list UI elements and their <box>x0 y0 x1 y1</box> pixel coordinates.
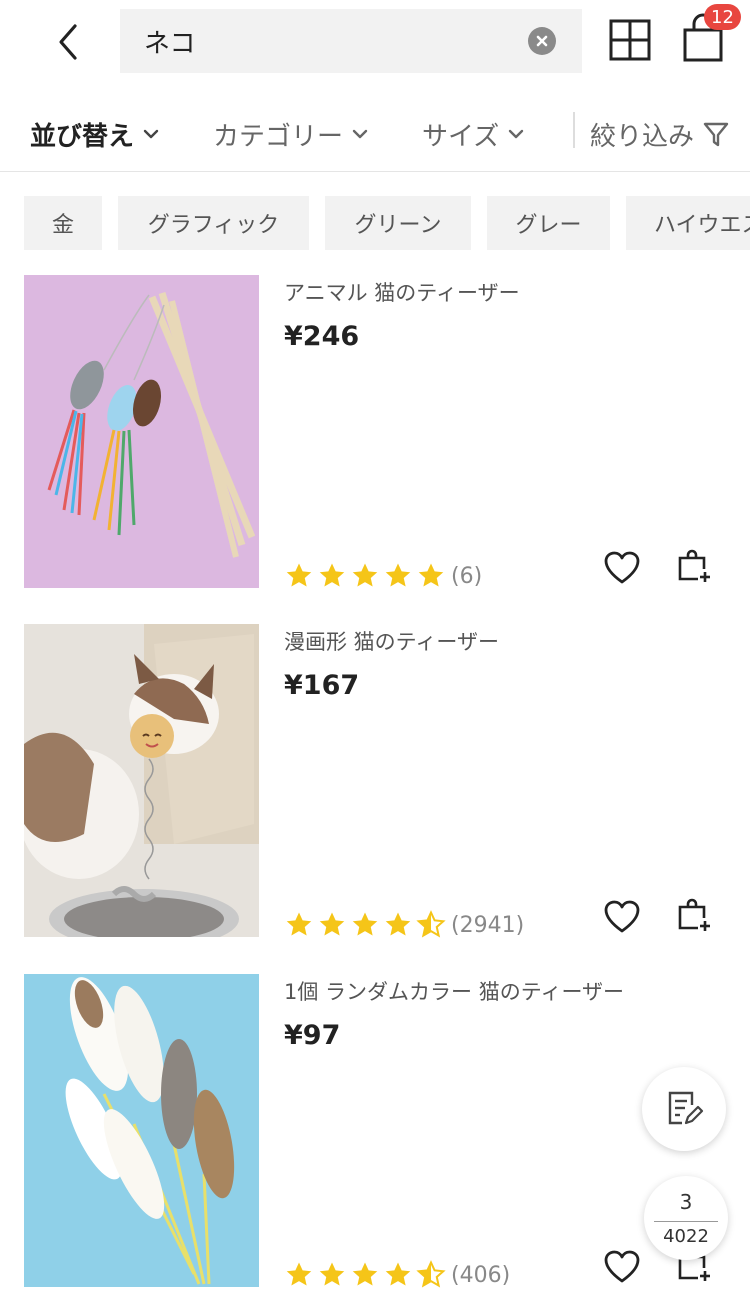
wishlist-button[interactable] <box>604 900 640 934</box>
product-card[interactable]: 漫画形 猫のティーザー ¥167 (2941) <box>0 624 750 938</box>
add-to-cart-button[interactable] <box>676 549 712 585</box>
chip-gold[interactable]: 金 <box>24 196 102 250</box>
rating-count: (6) <box>451 563 483 589</box>
star-icon <box>286 563 312 587</box>
star-icon <box>385 1262 411 1286</box>
chip-high-waist[interactable]: ハイウエスト <box>626 196 750 250</box>
star-icon <box>352 912 378 936</box>
product-image[interactable] <box>24 275 259 588</box>
filter-bar: 並び替え カテゴリー サイズ 絞り込み <box>0 96 750 172</box>
feedback-button[interactable] <box>642 1067 726 1151</box>
refine-button[interactable]: 絞り込み <box>590 114 730 154</box>
chip-green[interactable]: グリーン <box>325 196 471 250</box>
star-icon <box>418 563 444 587</box>
heart-icon <box>604 1250 640 1283</box>
total-items: 4022 <box>663 1225 709 1247</box>
add-to-cart-button[interactable] <box>676 898 712 934</box>
star-icon <box>319 563 345 587</box>
page-divider <box>654 1220 718 1222</box>
product-image[interactable] <box>24 974 259 1287</box>
current-page: 3 <box>679 1189 693 1214</box>
sort-label: 並び替え <box>30 121 135 152</box>
product-card[interactable]: アニマル 猫のティーザー ¥246 (6) <box>0 275 750 589</box>
page-indicator[interactable]: 3 4022 <box>644 1176 728 1260</box>
chip-graphic[interactable]: グラフィック <box>118 196 309 250</box>
chevron-down-icon <box>143 129 159 139</box>
size-label: サイズ <box>422 121 500 152</box>
product-price: ¥97 <box>284 1020 341 1051</box>
star-icon <box>385 912 411 936</box>
product-price: ¥246 <box>284 321 360 352</box>
chip-gray[interactable]: グレー <box>487 196 610 250</box>
filter-icon <box>703 122 729 147</box>
back-button[interactable] <box>40 12 96 72</box>
star-icon <box>286 912 312 936</box>
star-icon <box>286 1262 312 1286</box>
chevron-down-icon <box>352 129 368 139</box>
top-bar: ネコ 12 <box>0 0 750 86</box>
quick-filter-chips: 金 グラフィック グリーン グレー ハイウエスト <box>24 196 750 252</box>
chevron-left-icon <box>59 24 77 60</box>
filter-divider <box>573 112 575 148</box>
product-price: ¥167 <box>284 670 360 701</box>
edit-note-icon <box>668 1091 704 1125</box>
product-title[interactable]: アニマル 猫のティーザー <box>284 277 520 307</box>
add-to-cart-icon <box>678 549 710 582</box>
rating-count: (406) <box>451 1262 511 1288</box>
sort-dropdown[interactable]: 並び替え <box>30 114 160 154</box>
category-label: カテゴリー <box>213 121 344 152</box>
product-card[interactable]: 1個 ランダムカラー 猫のティーザー ¥97 (406) <box>0 974 750 1288</box>
close-icon <box>536 35 548 47</box>
grid-icon <box>609 19 651 61</box>
half-star-icon <box>416 1260 446 1288</box>
star-rating: (406) <box>284 1260 510 1290</box>
star-rating: (6) <box>284 561 482 591</box>
star-icon <box>385 563 411 587</box>
size-dropdown[interactable]: サイズ <box>422 114 525 154</box>
rating-count: (2941) <box>451 912 525 938</box>
search-input[interactable]: ネコ <box>120 9 582 73</box>
star-icon <box>319 1262 345 1286</box>
chevron-down-icon <box>509 129 524 139</box>
search-query-text: ネコ <box>144 28 196 59</box>
heart-icon <box>604 900 640 933</box>
star-icon <box>352 563 378 587</box>
clear-search-button[interactable] <box>528 27 556 55</box>
half-star-icon <box>416 910 446 938</box>
product-title[interactable]: 1個 ランダムカラー 猫のティーザー <box>284 976 624 1006</box>
wishlist-button[interactable] <box>604 551 640 585</box>
star-icon <box>319 912 345 936</box>
product-image[interactable] <box>24 624 259 937</box>
star-rating: (2941) <box>284 910 524 940</box>
star-icon <box>352 1262 378 1286</box>
category-dropdown[interactable]: カテゴリー <box>213 114 369 154</box>
product-title[interactable]: 漫画形 猫のティーザー <box>284 626 499 656</box>
heart-icon <box>604 551 640 584</box>
add-to-cart-icon <box>678 898 710 931</box>
wishlist-button[interactable] <box>604 1250 640 1284</box>
cart-count-badge: 12 <box>704 4 741 30</box>
grid-view-button[interactable] <box>608 18 652 62</box>
refine-label: 絞り込み <box>590 121 695 152</box>
